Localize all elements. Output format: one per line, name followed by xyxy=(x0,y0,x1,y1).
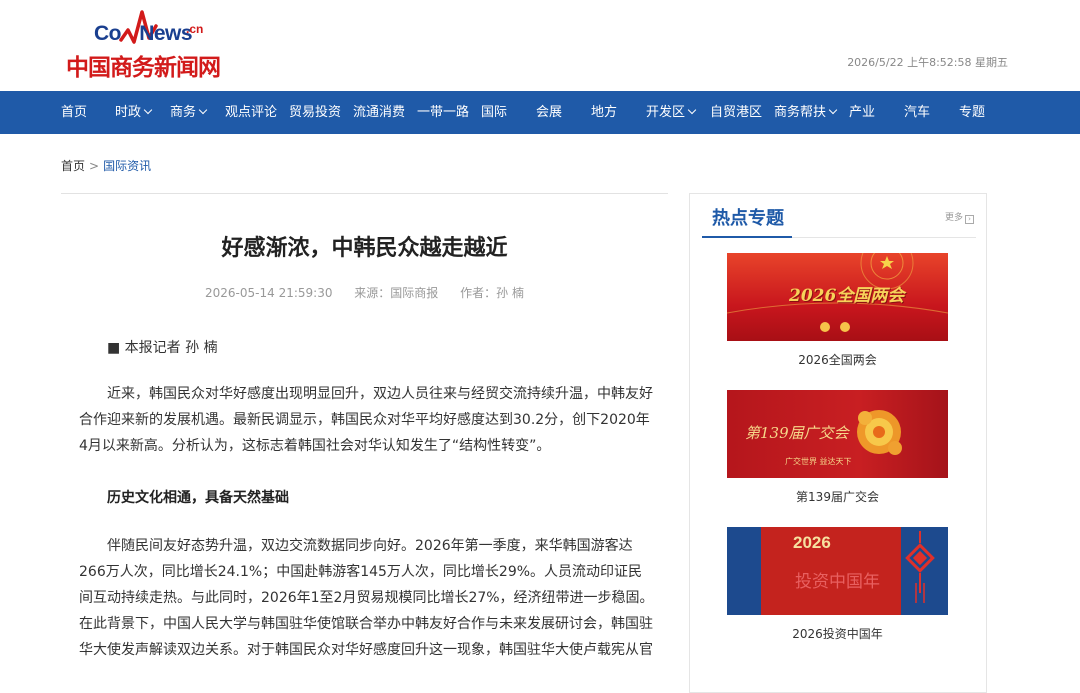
chevron-down-icon xyxy=(828,105,838,115)
nav-item-exhibition[interactable]: 会展 xyxy=(536,91,562,134)
breadcrumb: 首页 > 国际资讯 xyxy=(61,157,151,174)
nav-item-international[interactable]: 国际 xyxy=(481,91,507,134)
current-datetime: 2026/5/22 上午8:52:58 星期五 xyxy=(847,56,1008,69)
nav-item-belt-road[interactable]: 一带一路 xyxy=(417,91,469,134)
logo-english: ComNews xyxy=(94,22,193,45)
nav-item-industry[interactable]: 产业 xyxy=(849,91,875,134)
nav-item-dev-zone[interactable]: 开发区 xyxy=(646,91,697,134)
nav-item-ftz[interactable]: 自贸港区 xyxy=(710,91,762,134)
chevron-down-icon xyxy=(687,105,697,115)
more-link[interactable]: 更多 › xyxy=(945,210,974,224)
topic-caption[interactable]: 2026全国两会 xyxy=(727,351,948,368)
chevron-down-icon xyxy=(198,105,208,115)
site-logo[interactable]: ComNews .cn 中国商务新闻网 xyxy=(66,8,236,81)
article-author: 作者：孙 楠 xyxy=(460,286,524,300)
topic-card[interactable]: 第139届广交会 广交世界 益达天下 第139届广交会 xyxy=(727,390,948,505)
topic-caption[interactable]: 第139届广交会 xyxy=(727,488,948,505)
nav-item-auto[interactable]: 汽车 xyxy=(904,91,930,134)
arrow-right-icon: › xyxy=(965,215,974,224)
article-subheading: 历史文化相通，具备天然基础 xyxy=(107,490,289,506)
topic-banner-image[interactable]: 第139届广交会 广交世界 益达天下 xyxy=(727,390,948,478)
article-source: 来源：国际商报 xyxy=(354,286,439,300)
nav-item-commerce[interactable]: 商务 xyxy=(170,91,208,134)
topic-caption[interactable]: 2026投资中国年 xyxy=(727,625,948,642)
nav-item-trade-investment[interactable]: 贸易投资 xyxy=(289,91,341,134)
article-paragraph: 近来，韩国民众对华好感度出现明显回升，双边人员往来与经贸交流持续升温，中韩友好合… xyxy=(79,386,653,454)
nav-item-opinion[interactable]: 观点评论 xyxy=(225,91,277,134)
logo-chinese: 中国商务新闻网 xyxy=(66,55,221,81)
topic-card[interactable]: 2026全国两会 2026全国两会 xyxy=(727,253,948,368)
breadcrumb-current[interactable]: 国际资讯 xyxy=(103,159,151,173)
site-header: ComNews .cn 中国商务新闻网 2026/5/22 上午8:52:58 … xyxy=(0,0,1080,91)
topic-banner-subtext: 广交世界 益达天下 xyxy=(785,457,852,466)
article-paragraph: 伴随民间友好态势升温，双边交流数据同步向好。2026年第一季度，来华韩国游客达2… xyxy=(79,538,654,658)
hot-topics-sidebar: 热点专题 更多 › 2026全国两会 2026全国两会 第139届广交会 广交世… xyxy=(689,193,987,693)
topic-banner-text: 2026全国两会 xyxy=(789,286,905,306)
nav-item-consumption[interactable]: 流通消费 xyxy=(353,91,405,134)
nav-item-politics[interactable]: 时政 xyxy=(115,91,153,134)
topic-card[interactable]: 2026 投资中国年 2026投资中国年 xyxy=(727,527,948,642)
logo-tld: .cn xyxy=(186,22,204,36)
topic-banner-text: 第139届广交会 xyxy=(745,424,849,442)
content-divider xyxy=(61,193,668,194)
topic-banner-image[interactable]: 2026 投资中国年 xyxy=(727,527,948,615)
breadcrumb-home[interactable]: 首页 xyxy=(61,159,85,173)
article-date: 2026-05-14 21:59:30 xyxy=(205,286,333,300)
chevron-down-icon xyxy=(143,105,153,115)
nav-item-special[interactable]: 专题 xyxy=(959,91,985,134)
sidebar-title: 热点专题 xyxy=(712,208,784,229)
article-reporter: ■ 本报记者 孙 楠 xyxy=(107,340,218,356)
breadcrumb-separator: > xyxy=(89,159,100,173)
article-meta: 2026-05-14 21:59:30 来源：国际商报 作者：孙 楠 xyxy=(61,284,668,301)
nav-item-assistance[interactable]: 商务帮扶 xyxy=(774,91,838,134)
nav-item-local[interactable]: 地方 xyxy=(591,91,617,134)
topic-banner-image[interactable]: 2026全国两会 xyxy=(727,253,948,341)
sidebar-divider-accent xyxy=(702,236,792,238)
main-nav: 首页 时政 商务 观点评论 贸易投资 流通消费 一带一路 国际 会展 地方 开发… xyxy=(0,91,1080,134)
chinese-knot-icon xyxy=(905,531,935,603)
nav-item-home[interactable]: 首页 xyxy=(61,91,87,134)
article-title: 好感渐浓，中韩民众越走越近 xyxy=(221,236,508,261)
